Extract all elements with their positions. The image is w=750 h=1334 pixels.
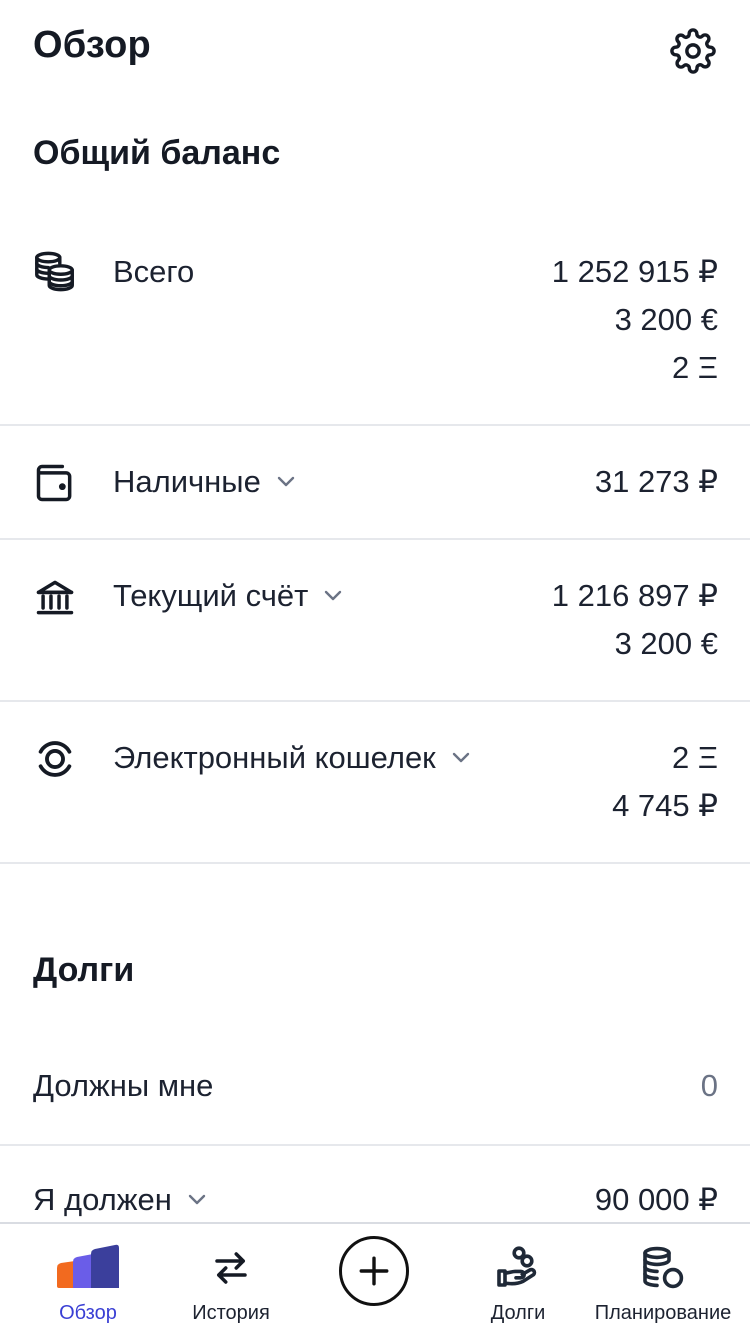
header: Обзор xyxy=(0,0,750,100)
hand-coins-icon xyxy=(483,1238,553,1298)
overview-chart-icon xyxy=(53,1238,123,1298)
amount-rub: 1 252 915 ₽ xyxy=(551,254,718,289)
nav-tab-overview[interactable]: Обзор xyxy=(38,1224,138,1334)
page-title: Обзор xyxy=(33,24,151,66)
balance-section-title: Общий баланс xyxy=(33,134,281,172)
account-amounts-ewallet: 2 Ξ 4 745 ₽ xyxy=(612,734,718,830)
amount-eur: 3 200 € xyxy=(614,626,718,661)
account-name: Наличные xyxy=(113,464,261,499)
divider xyxy=(0,862,750,864)
debt-label: Должны мне xyxy=(33,1068,213,1104)
nav-label: Обзор xyxy=(59,1302,117,1324)
gear-icon xyxy=(670,28,716,74)
add-transaction-button[interactable] xyxy=(339,1236,409,1306)
nav-tab-debts[interactable]: Долги xyxy=(474,1224,562,1334)
debt-value: 0 xyxy=(700,1068,718,1103)
chevron-down-icon[interactable] xyxy=(275,471,297,493)
account-name: Текущий счёт xyxy=(113,578,309,613)
account-name: Электронный кошелек xyxy=(113,740,436,775)
nav-tab-planning[interactable]: Планирование xyxy=(588,1224,738,1334)
debt-label-text: Должны мне xyxy=(33,1068,214,1103)
chevron-down-icon[interactable] xyxy=(322,585,344,607)
amount-rub: 1 216 897 ₽ xyxy=(551,578,718,613)
debt-label-text: Я должен xyxy=(33,1182,172,1217)
divider xyxy=(0,538,750,540)
balance-total-amounts: 1 252 915 ₽ 3 200 € 2 Ξ xyxy=(552,248,718,392)
plus-icon xyxy=(359,1256,389,1286)
debts-section-title: Долги xyxy=(33,951,135,989)
divider xyxy=(0,700,750,702)
divider xyxy=(0,424,750,426)
account-amounts-cash: 31 273 ₽ xyxy=(595,458,718,506)
e-wallet-icon xyxy=(32,736,78,782)
nav-label: Долги xyxy=(490,1302,546,1324)
balance-total-label-text: Всего xyxy=(113,254,195,289)
bank-icon xyxy=(32,574,78,620)
bottom-navigation: Обзор История Долги Планирование xyxy=(0,1222,750,1334)
balance-total-label: Всего xyxy=(113,254,194,290)
nav-label: История xyxy=(192,1302,270,1324)
chevron-down-icon[interactable] xyxy=(186,1189,208,1211)
account-amounts-current: 1 216 897 ₽ 3 200 € xyxy=(552,572,718,668)
account-label-cash[interactable]: Наличные xyxy=(113,464,297,500)
nav-tab-history[interactable]: История xyxy=(178,1224,284,1334)
planning-coins-icon xyxy=(628,1238,698,1298)
debt-row-owed-to-me[interactable]: Должны мне 0 xyxy=(0,1064,750,1124)
debt-label[interactable]: Я должен xyxy=(33,1182,208,1218)
coins-stack-icon xyxy=(32,248,78,294)
amount-rub: 4 745 ₽ xyxy=(612,788,718,823)
divider xyxy=(0,1144,750,1146)
amount-eur: 3 200 € xyxy=(614,302,718,337)
account-label-current[interactable]: Текущий счёт xyxy=(113,578,344,614)
settings-button[interactable] xyxy=(668,26,718,76)
wallet-icon xyxy=(32,460,78,506)
amount-eth: 2 Ξ xyxy=(671,350,718,385)
chevron-down-icon[interactable] xyxy=(450,747,472,769)
amount-rub: 31 273 ₽ xyxy=(594,464,718,499)
swap-arrows-icon xyxy=(196,1238,266,1298)
amount-eth: 2 Ξ xyxy=(671,740,718,775)
overview-screen: Обзор Общий баланс Всего 1 252 915 ₽ 3 2… xyxy=(0,0,750,1334)
nav-label: Планирование xyxy=(594,1302,732,1324)
account-label-ewallet[interactable]: Электронный кошелек xyxy=(113,740,472,776)
debt-value: 90 000 ₽ xyxy=(594,1182,718,1217)
